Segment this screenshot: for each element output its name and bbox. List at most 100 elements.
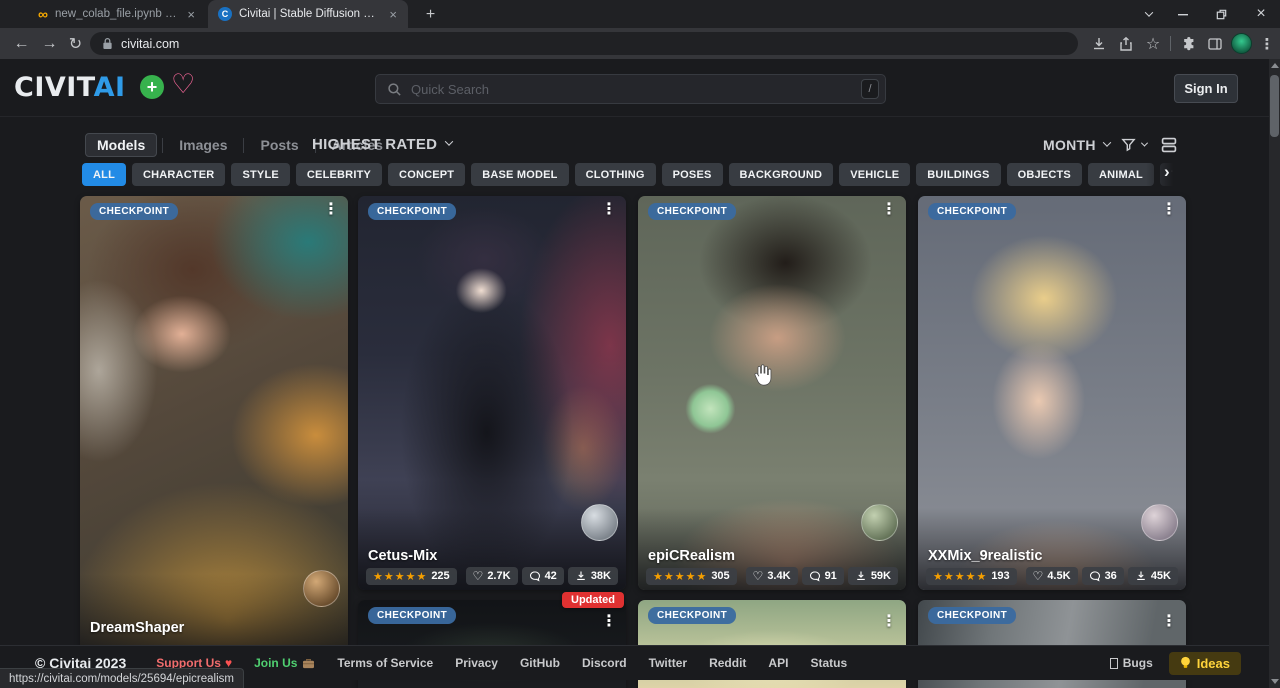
comments-pill: 91 [802, 567, 844, 585]
civitai-favicon-icon: C [218, 7, 232, 21]
model-card-cetus-mix[interactable]: CHECKPOINT ⋮ Cetus-Mix ★★★★★225 ♡2.7K 42… [358, 196, 626, 590]
profile-avatar[interactable] [1228, 31, 1254, 56]
bug-icon-placeholder [1110, 658, 1118, 669]
new-tab-button[interactable]: + [420, 4, 441, 25]
card-menu-icon[interactable]: ⋮ [323, 202, 339, 218]
creator-avatar[interactable] [303, 570, 340, 607]
category-animal[interactable]: ANIMAL [1088, 163, 1154, 186]
ideas-button[interactable]: Ideas [1169, 652, 1241, 675]
tab-images[interactable]: Images [168, 134, 238, 156]
model-card-dreamshaper[interactable]: CHECKPOINT ⋮ DreamShaper [80, 196, 348, 656]
reload-button[interactable]: ↻ [62, 30, 89, 57]
share-icon[interactable] [1113, 31, 1139, 56]
card-menu-icon[interactable]: ⋮ [881, 614, 897, 630]
side-panel-icon[interactable] [1202, 31, 1228, 56]
category-poses[interactable]: POSES [662, 163, 723, 186]
likes-pill: ♡4.5K [1026, 567, 1078, 585]
model-card-epicrealism[interactable]: CHECKPOINT ⋮ epiCRealism ★★★★★305 ♡3.4K … [638, 196, 906, 590]
window-restore-button[interactable] [1206, 0, 1236, 28]
period-dropdown[interactable]: MONTH [1043, 137, 1110, 153]
browser-toolbar: ← → ↻ civitai.com ☆ ⋮ [0, 28, 1280, 59]
tab-divider [162, 138, 163, 153]
tab-posts[interactable]: Posts [249, 134, 309, 156]
footer-link-status[interactable]: Status [810, 656, 847, 670]
forward-button[interactable]: → [36, 30, 63, 57]
window-close-button[interactable]: × [1246, 0, 1276, 28]
card-size-toggle[interactable] [1158, 134, 1180, 161]
window-minimize-button[interactable] [1168, 0, 1198, 28]
tab-models[interactable]: Models [85, 133, 157, 157]
sort-dropdown[interactable]: HIGHEST RATED [312, 136, 452, 153]
footer-link-privacy[interactable]: Privacy [455, 656, 498, 670]
back-button[interactable]: ← [8, 30, 35, 57]
category-objects[interactable]: OBJECTS [1007, 163, 1082, 186]
card-menu-icon[interactable]: ⋮ [601, 614, 617, 630]
minimize-icon [1177, 8, 1189, 20]
footer-link-twitter[interactable]: Twitter [649, 656, 687, 670]
star-rating-icon: ★★★★★ [653, 570, 707, 583]
card-menu-icon[interactable]: ⋮ [601, 202, 617, 218]
category-clothing[interactable]: CLOTHING [575, 163, 656, 186]
browser-menu-icon[interactable]: ⋮ [1254, 31, 1280, 56]
search-input[interactable] [411, 82, 852, 97]
card-menu-icon[interactable]: ⋮ [1161, 202, 1177, 218]
creator-avatar[interactable] [1141, 504, 1178, 541]
category-background[interactable]: BACKGROUND [729, 163, 834, 186]
footer-link-discord[interactable]: Discord [582, 656, 627, 670]
scrollbar-up-arrow-icon[interactable] [1269, 59, 1280, 72]
footer-link-github[interactable]: GitHub [520, 656, 560, 670]
heart-icon: ♡ [1033, 569, 1044, 583]
filter-dropdown[interactable] [1120, 136, 1147, 153]
model-card-xxmix-9realistic[interactable]: CHECKPOINT ⋮ XXMix_9realistic ★★★★★193 ♡… [918, 196, 1186, 590]
category-style[interactable]: STYLE [231, 163, 289, 186]
category-celebrity[interactable]: CELEBRITY [296, 163, 382, 186]
create-button[interactable]: + [140, 75, 164, 99]
comment-icon [529, 570, 541, 582]
card-menu-icon[interactable]: ⋮ [881, 202, 897, 218]
footer-link-api[interactable]: API [768, 656, 788, 670]
likes-pill: ♡3.4K [746, 567, 798, 585]
page-scrollbar[interactable] [1269, 59, 1280, 688]
browser-tab-colab[interactable]: ∞ new_colab_file.ipynb - Colaborat × [28, 0, 206, 28]
category-all[interactable]: ALL [82, 163, 126, 186]
favorites-heart-icon[interactable]: ♡ [171, 69, 195, 100]
scrollbar-down-arrow-icon[interactable] [1269, 675, 1280, 688]
categories-scroll-right-icon[interactable]: › [1164, 162, 1170, 182]
creator-avatar[interactable] [861, 504, 898, 541]
rating-count: 193 [991, 570, 1009, 582]
card-menu-icon[interactable]: ⋮ [1161, 614, 1177, 630]
stacked-cards-icon [1158, 134, 1180, 156]
footer-link-join-us[interactable]: Join Us [254, 656, 315, 670]
tab-search-chevron-icon[interactable] [1134, 0, 1164, 28]
tab-close-icon[interactable]: × [184, 7, 198, 22]
sign-in-button[interactable]: Sign In [1174, 74, 1238, 103]
downloads-pill: 59K [848, 567, 898, 585]
category-base-model[interactable]: BASE MODEL [471, 163, 568, 186]
category-character[interactable]: CHARACTER [132, 163, 225, 186]
download-icon [1135, 570, 1147, 582]
footer-link-reddit[interactable]: Reddit [709, 656, 746, 670]
category-vehicle[interactable]: VEHICLE [839, 163, 910, 186]
civitai-logo[interactable]: CIVITAI [14, 72, 126, 103]
creator-avatar[interactable] [581, 504, 618, 541]
model-name: DreamShaper [90, 620, 184, 636]
category-buildings[interactable]: BUILDINGS [916, 163, 1000, 186]
url-bar[interactable]: civitai.com [90, 32, 1078, 55]
tab-close-icon[interactable]: × [386, 7, 400, 22]
comments-count: 36 [1105, 570, 1117, 582]
checkpoint-badge: CHECKPOINT [648, 203, 736, 220]
download-icon[interactable] [1086, 31, 1112, 56]
extensions-puzzle-icon[interactable] [1176, 31, 1202, 56]
quick-search-box[interactable]: / [375, 74, 886, 104]
category-concept[interactable]: CONCEPT [388, 163, 465, 186]
checkpoint-badge: CHECKPOINT [368, 607, 456, 624]
updated-badge: Updated [562, 592, 624, 608]
model-name: Cetus-Mix [368, 548, 437, 564]
model-name: XXMix_9realistic [928, 548, 1042, 564]
scrollbar-thumb[interactable] [1270, 75, 1279, 137]
likes-pill: ♡2.7K [466, 567, 518, 585]
browser-tab-civitai[interactable]: C Civitai | Stable Diffusion models, × [208, 0, 408, 28]
bugs-button[interactable]: Bugs [1110, 656, 1153, 670]
bookmark-star-icon[interactable]: ☆ [1140, 31, 1166, 56]
footer-link-terms[interactable]: Terms of Service [337, 656, 433, 670]
